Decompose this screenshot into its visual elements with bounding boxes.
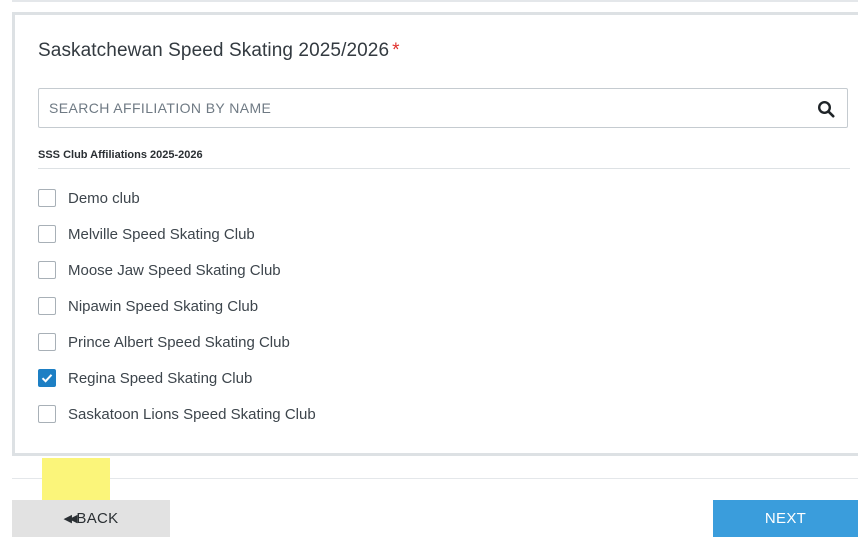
card-title-text: Saskatchewan Speed Skating 2025/2026 [38,40,390,61]
club-option[interactable]: Prince Albert Speed Skating Club [38,324,818,360]
checkbox[interactable] [38,297,56,315]
back-button-label: BACK [76,510,119,527]
club-label: Saskatoon Lions Speed Skating Club [68,405,316,423]
club-option[interactable]: Nipawin Speed Skating Club [38,288,818,324]
checkbox[interactable] [38,225,56,243]
club-option[interactable]: Melville Speed Skating Club [38,216,818,252]
club-label: Melville Speed Skating Club [68,225,255,243]
section-label: SSS Club Affiliations 2025-2026 [38,149,203,161]
double-chevron-left-icon: ◀◀ [63,513,78,525]
club-label: Demo club [68,189,140,207]
top-divider [12,0,858,2]
club-list: Demo club Melville Speed Skating Club Mo… [38,180,818,432]
card-title: Saskatchewan Speed Skating 2025/2026 * [38,40,400,62]
club-option[interactable]: Moose Jaw Speed Skating Club [38,252,818,288]
club-option[interactable]: Demo club [38,180,818,216]
checkbox[interactable] [38,333,56,351]
club-option[interactable]: Regina Speed Skating Club [38,360,818,396]
back-button[interactable]: ◀◀ BACK [12,500,170,537]
required-asterisk: * [392,40,400,61]
next-button[interactable]: NEXT [713,500,858,537]
club-label: Prince Albert Speed Skating Club [68,333,290,351]
checkbox[interactable] [38,405,56,423]
highlight-marker [42,458,110,500]
checkbox[interactable] [38,189,56,207]
search-input[interactable] [39,89,809,127]
search-icon[interactable] [817,100,835,118]
section-divider [38,168,850,169]
footer-divider [12,478,858,479]
affiliation-card: Saskatchewan Speed Skating 2025/2026* SS… [12,12,858,456]
club-option[interactable]: Saskatoon Lions Speed Skating Club [38,396,818,432]
search-box [38,88,848,128]
club-label: Moose Jaw Speed Skating Club [68,261,281,279]
club-label: Nipawin Speed Skating Club [68,297,259,315]
club-label: Regina Speed Skating Club [68,369,253,387]
checkbox[interactable] [38,261,56,279]
checkbox[interactable] [38,369,56,387]
